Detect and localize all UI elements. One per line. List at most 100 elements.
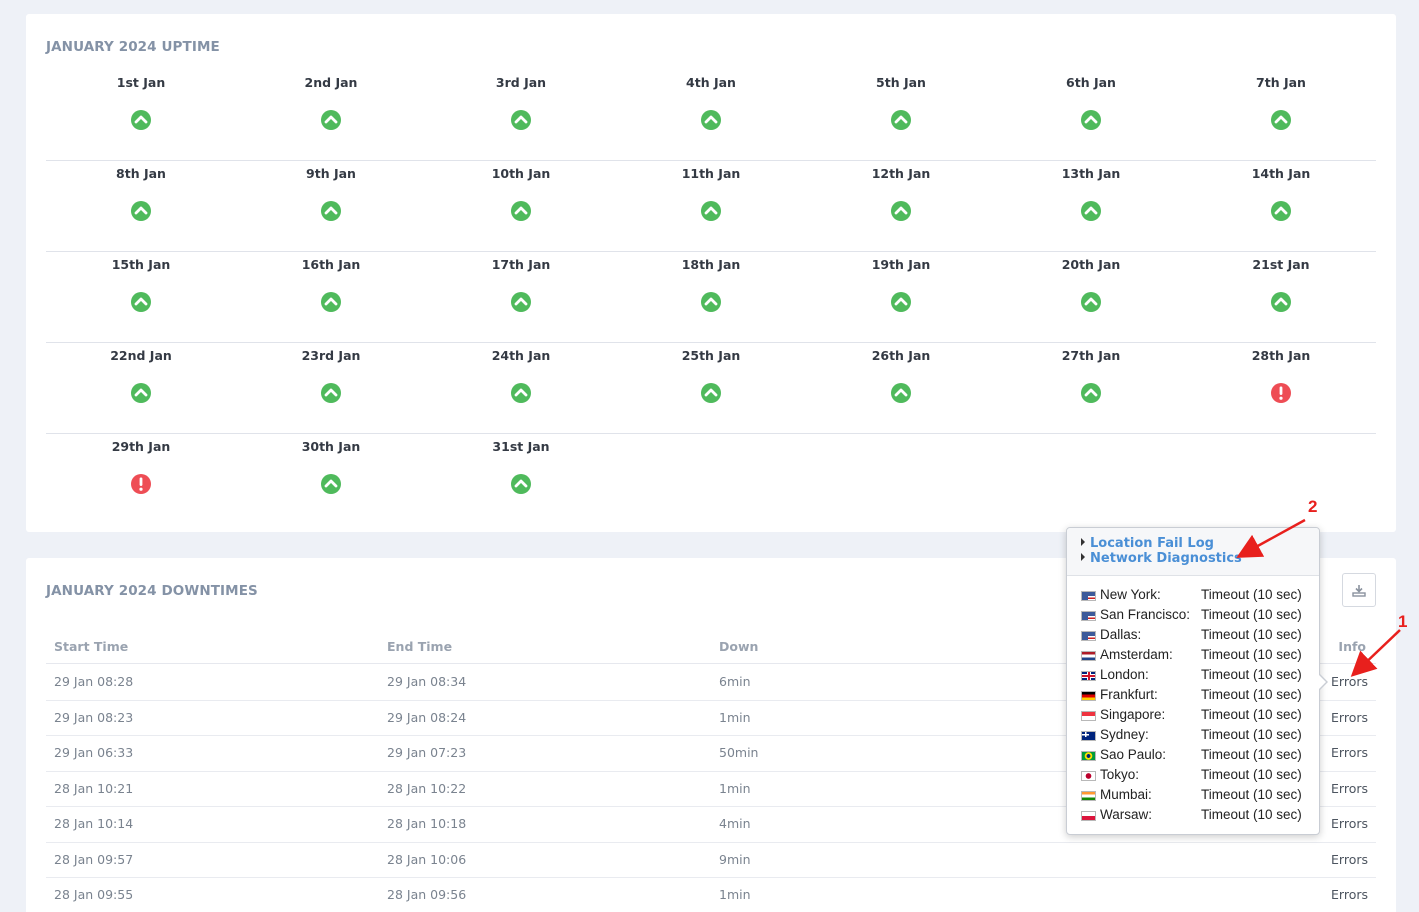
errors-link[interactable]: Errors — [1331, 674, 1368, 689]
status-up-icon[interactable] — [1080, 382, 1102, 404]
errors-link[interactable]: Errors — [1331, 781, 1368, 796]
status-up-icon[interactable] — [890, 382, 912, 404]
day-cell[interactable]: 15th Jan — [46, 252, 236, 342]
day-cell[interactable]: 13th Jan — [996, 161, 1186, 251]
status-up-icon[interactable] — [320, 291, 342, 313]
day-cell[interactable]: 27th Jan — [996, 343, 1186, 433]
status-up-icon[interactable] — [700, 291, 722, 313]
day-cell[interactable]: 9th Jan — [236, 161, 426, 251]
status-up-icon[interactable] — [1270, 109, 1292, 131]
day-cell[interactable]: 7th Jan — [1186, 70, 1376, 160]
calendar-week-row: 29th Jan 30th Jan 31st Jan — [46, 434, 1376, 525]
day-cell[interactable]: 25th Jan — [616, 343, 806, 433]
status-up-icon[interactable] — [510, 382, 532, 404]
location-fail-log-link[interactable]: Location Fail Log — [1081, 536, 1319, 551]
status-up-icon[interactable] — [1080, 200, 1102, 222]
errors-link[interactable]: Errors — [1331, 816, 1368, 831]
status-up-icon[interactable] — [700, 109, 722, 131]
errors-link[interactable]: Errors — [1331, 745, 1368, 760]
day-cell[interactable]: 10th Jan — [426, 161, 616, 251]
flag-br-icon — [1081, 751, 1096, 761]
day-cell[interactable]: 24th Jan — [426, 343, 616, 433]
location-name: Dallas: — [1100, 627, 1142, 642]
day-cell[interactable]: 4th Jan — [616, 70, 806, 160]
status-up-icon[interactable] — [1270, 291, 1292, 313]
flag-us-icon — [1081, 611, 1096, 621]
day-cell[interactable]: 2nd Jan — [236, 70, 426, 160]
status-up-icon[interactable] — [700, 382, 722, 404]
flag-au-icon — [1081, 731, 1096, 741]
day-cell[interactable]: 20th Jan — [996, 252, 1186, 342]
day-cell[interactable]: 16th Jan — [236, 252, 426, 342]
table-row: 28 Jan 09:57 28 Jan 10:06 9min Errors — [46, 843, 1376, 878]
day-cell[interactable]: 31st Jan — [426, 434, 616, 524]
day-cell[interactable]: 23rd Jan — [236, 343, 426, 433]
errors-link[interactable]: Errors — [1331, 887, 1368, 902]
status-error-icon[interactable] — [1270, 382, 1292, 404]
day-label: 5th Jan — [876, 75, 926, 90]
status-up-icon[interactable] — [320, 382, 342, 404]
status-up-icon[interactable] — [320, 473, 342, 495]
errors-link[interactable]: Errors — [1331, 710, 1368, 725]
status-up-icon[interactable] — [1270, 200, 1292, 222]
status-up-icon[interactable] — [320, 109, 342, 131]
day-label: 16th Jan — [301, 257, 361, 272]
day-label: 14th Jan — [1251, 166, 1311, 181]
day-cell[interactable]: 12th Jan — [806, 161, 996, 251]
day-cell[interactable]: 22nd Jan — [46, 343, 236, 433]
day-cell[interactable]: 21st Jan — [1186, 252, 1376, 342]
location-status: Timeout (10 sec) — [1201, 727, 1302, 742]
status-up-icon[interactable] — [510, 109, 532, 131]
status-up-icon[interactable] — [1080, 109, 1102, 131]
flag-us-icon — [1081, 591, 1096, 601]
day-cell[interactable]: 5th Jan — [806, 70, 996, 160]
status-up-icon[interactable] — [510, 473, 532, 495]
errors-link[interactable]: Errors — [1331, 852, 1368, 867]
day-cell[interactable]: 8th Jan — [46, 161, 236, 251]
day-cell[interactable]: 29th Jan — [46, 434, 236, 524]
status-up-icon[interactable] — [130, 200, 152, 222]
status-up-icon[interactable] — [320, 200, 342, 222]
down-duration-cell: 9min — [719, 851, 751, 867]
day-cell[interactable]: 26th Jan — [806, 343, 996, 433]
location-name: Amsterdam: — [1100, 647, 1173, 662]
flag-sg-icon — [1081, 711, 1096, 721]
status-up-icon[interactable] — [130, 109, 152, 131]
day-cell[interactable]: 17th Jan — [426, 252, 616, 342]
day-cell[interactable]: 30th Jan — [236, 434, 426, 524]
location-status: Timeout (10 sec) — [1201, 587, 1302, 602]
day-label: 13th Jan — [1061, 166, 1121, 181]
day-cell[interactable]: 19th Jan — [806, 252, 996, 342]
day-label: 15th Jan — [111, 257, 171, 272]
down-duration-cell: 1min — [719, 887, 751, 902]
caret-right-icon — [1081, 553, 1085, 561]
day-cell[interactable]: 28th Jan — [1186, 343, 1376, 433]
day-cell[interactable]: 11th Jan — [616, 161, 806, 251]
day-cell[interactable]: 18th Jan — [616, 252, 806, 342]
status-up-icon[interactable] — [130, 291, 152, 313]
day-cell[interactable]: 3rd Jan — [426, 70, 616, 160]
status-up-icon[interactable] — [700, 200, 722, 222]
table-row: 28 Jan 09:55 28 Jan 09:56 1min Errors — [46, 878, 1376, 912]
status-up-icon[interactable] — [1080, 291, 1102, 313]
day-cell[interactable]: 6th Jan — [996, 70, 1186, 160]
status-up-icon[interactable] — [890, 109, 912, 131]
col-start-time: Start Time — [54, 639, 129, 654]
export-button[interactable] — [1342, 573, 1376, 607]
status-up-icon[interactable] — [510, 291, 532, 313]
day-label: 22nd Jan — [110, 348, 172, 363]
status-up-icon[interactable] — [130, 382, 152, 404]
end-time-cell: 29 Jan 08:24 — [387, 709, 467, 725]
col-end-time: End Time — [387, 639, 453, 654]
status-up-icon[interactable] — [510, 200, 532, 222]
status-up-icon[interactable] — [890, 200, 912, 222]
day-cell[interactable]: 1st Jan — [46, 70, 236, 160]
day-label: 29th Jan — [111, 439, 171, 454]
network-diagnostics-link[interactable]: Network Diagnostics — [1081, 551, 1319, 566]
status-up-icon[interactable] — [890, 291, 912, 313]
location-name: Tokyo: — [1100, 767, 1140, 782]
status-error-icon[interactable] — [130, 473, 152, 495]
end-time-cell: 28 Jan 09:56 — [387, 887, 467, 902]
annotation-marker-1: 1 — [1398, 612, 1408, 631]
day-cell[interactable]: 14th Jan — [1186, 161, 1376, 251]
